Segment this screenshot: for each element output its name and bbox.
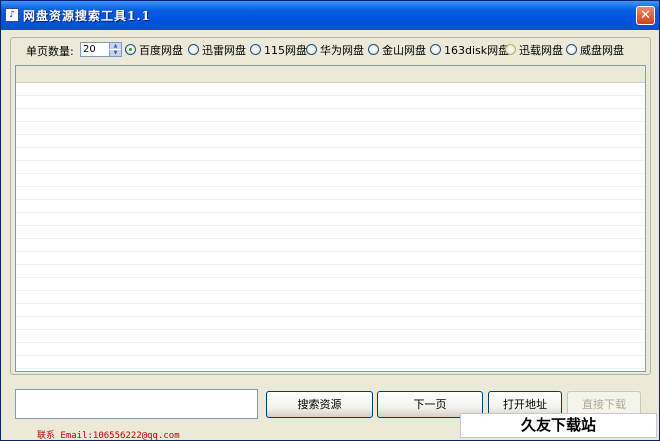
list-row[interactable]: [16, 109, 645, 122]
list-row[interactable]: [16, 356, 645, 369]
source-radio-huawei[interactable]: 华为网盘: [306, 42, 364, 57]
list-row[interactable]: [16, 161, 645, 174]
list-row[interactable]: [16, 226, 645, 239]
list-row[interactable]: [16, 278, 645, 291]
watermark-banner: 久友下载站(www.9upk.com): [460, 413, 657, 440]
contact-email: 联系 Email:106556222@qq.com: [37, 431, 180, 441]
source-radio-weipan[interactable]: 威盘网盘: [566, 42, 624, 57]
radio-icon[interactable]: [505, 44, 516, 55]
radio-icon[interactable]: [430, 44, 441, 55]
list-row[interactable]: [16, 96, 645, 109]
source-label: 163disk网盘: [444, 43, 510, 57]
radio-icon[interactable]: [566, 44, 577, 55]
list-row[interactable]: [16, 343, 645, 356]
list-row[interactable]: [16, 304, 645, 317]
list-row[interactable]: [16, 187, 645, 200]
spin-up-icon[interactable]: ▲: [109, 43, 121, 49]
list-row[interactable]: [16, 265, 645, 278]
source-label: 华为网盘: [320, 43, 364, 57]
source-label: 威盘网盘: [580, 43, 624, 57]
app-window: ♪ 网盘资源搜索工具1.1 ✕ 单页数量: 20 ▲ ▼ 百度网盘 迅雷网盘 1…: [0, 0, 660, 441]
list-row[interactable]: [16, 83, 645, 96]
radio-icon[interactable]: [368, 44, 379, 55]
list-row[interactable]: [16, 252, 645, 265]
source-radio-115[interactable]: 115网盘: [250, 42, 307, 57]
source-radio-jinshan[interactable]: 金山网盘: [368, 42, 426, 57]
list-row[interactable]: [16, 213, 645, 226]
list-row[interactable]: [16, 135, 645, 148]
radio-icon[interactable]: [306, 44, 317, 55]
list-row[interactable]: [16, 122, 645, 135]
list-row[interactable]: [16, 239, 645, 252]
app-icon: ♪: [5, 8, 19, 22]
search-keyword-input[interactable]: [15, 389, 258, 419]
page-count-label: 单页数量:: [26, 45, 74, 58]
source-label: 迅雷网盘: [202, 43, 246, 57]
source-radio-xunzai[interactable]: 迅载网盘: [505, 42, 563, 57]
window-title: 网盘资源搜索工具1.1: [23, 9, 151, 23]
radio-icon[interactable]: [188, 44, 199, 55]
list-row[interactable]: [16, 200, 645, 213]
list-header[interactable]: [16, 66, 645, 83]
radio-selected-icon[interactable]: [125, 44, 136, 55]
list-row[interactable]: [16, 148, 645, 161]
radio-icon[interactable]: [250, 44, 261, 55]
source-radio-baidu[interactable]: 百度网盘: [125, 42, 183, 57]
search-button[interactable]: 搜索资源: [266, 391, 373, 418]
spin-down-icon[interactable]: ▼: [109, 50, 121, 56]
source-label: 百度网盘: [139, 43, 183, 57]
list-row[interactable]: [16, 317, 645, 330]
title-bar[interactable]: ♪ 网盘资源搜索工具1.1 ✕: [1, 1, 659, 30]
source-label: 115网盘: [264, 43, 307, 57]
source-radio-163disk[interactable]: 163disk网盘: [430, 42, 509, 57]
page-count-spinner[interactable]: 20 ▲ ▼: [80, 42, 122, 57]
page-count-value[interactable]: 20: [83, 43, 96, 56]
list-row[interactable]: [16, 174, 645, 187]
results-list[interactable]: [15, 65, 646, 372]
list-row[interactable]: [16, 330, 645, 343]
list-row[interactable]: [16, 291, 645, 304]
source-label: 金山网盘: [382, 43, 426, 57]
source-radio-xunlei[interactable]: 迅雷网盘: [188, 42, 246, 57]
close-button[interactable]: ✕: [636, 6, 655, 25]
source-label: 迅载网盘: [519, 43, 563, 57]
